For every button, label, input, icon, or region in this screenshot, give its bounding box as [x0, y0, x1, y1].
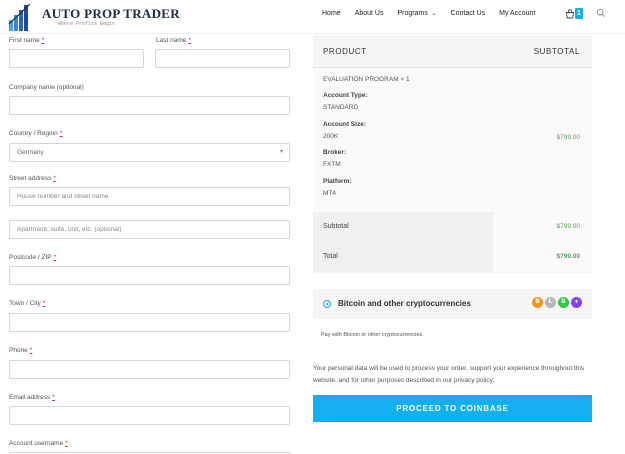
country-label-text: Country / Region [9, 130, 58, 137]
platform-label: Platform: [323, 178, 352, 185]
item-name-text: EVALUATION PROGRAM [323, 76, 399, 83]
subtotal-column-header: SUBTOTAL [533, 47, 580, 56]
main-nav: Home About Us Programs ⌄ Contact Us My A… [322, 10, 549, 17]
subtotal-row: Subtotal $799.00 [313, 212, 592, 242]
first-name-label: First name * [9, 37, 44, 44]
nav-home[interactable]: Home [322, 10, 341, 17]
required-mark: * [42, 300, 46, 307]
bitcoin-cash-icon: B [558, 297, 569, 308]
street-label: Street address * [9, 175, 56, 182]
subtotal-label: Subtotal [323, 223, 349, 230]
crypto-icons: B Ł B ♦ [530, 297, 582, 308]
phone-field[interactable] [9, 360, 290, 379]
required-mark: * [41, 37, 45, 44]
city-label-text: Town / City [9, 300, 41, 307]
username-label-text: Account username [9, 440, 64, 447]
order-summary-table: PRODUCT SUBTOTAL EVALUATION PROGRAM × 1 … [313, 35, 592, 273]
logo-tagline: Where Profits Begin [58, 21, 116, 27]
required-mark: * [188, 37, 191, 44]
phone-label: Phone * [9, 347, 32, 354]
required-mark: * [53, 254, 57, 261]
username-label: Account username * [9, 440, 68, 447]
search-icon[interactable] [596, 8, 606, 18]
last-name-label-text: Last name [156, 37, 187, 44]
nav-account[interactable]: My Account [499, 10, 535, 17]
nav-about[interactable]: About Us [355, 10, 384, 17]
total-label-cell: Total [313, 242, 493, 272]
site-logo[interactable]: AUTO PROP TRADER Where Profits Begin [8, 2, 180, 32]
item-quantity: × 1 [400, 76, 410, 83]
required-mark: * [53, 175, 56, 182]
product-column-header: PRODUCT [323, 47, 367, 56]
postcode-field[interactable] [9, 266, 290, 285]
account-type-label: Account Type: [323, 92, 368, 99]
site-header: AUTO PROP TRADER Where Profits Begin Hom… [0, 0, 625, 34]
broker-value: FXTM [323, 161, 341, 168]
nav-programs[interactable]: Programs ⌄ [397, 10, 436, 17]
country-label: Country / Region * [9, 130, 62, 137]
account-size-value: 200K [323, 133, 339, 140]
broker-label: Broker: [323, 149, 347, 156]
company-field[interactable] [9, 96, 290, 115]
first-name-field[interactable] [9, 49, 144, 68]
required-mark: * [52, 394, 55, 401]
cart-icon[interactable] [565, 9, 575, 19]
order-item-name: EVALUATION PROGRAM × 1 [323, 76, 410, 83]
last-name-label: Last name * [156, 37, 191, 44]
nav-programs-label: Programs [397, 10, 428, 17]
payment-method-option[interactable]: Bitcoin and other cryptocurrencies B Ł B ♦ [313, 289, 592, 319]
bitcoin-icon: B [532, 297, 543, 308]
payment-method-title: Bitcoin and other cryptocurrencies [338, 299, 471, 308]
ethereum-icon: ♦ [571, 297, 582, 308]
country-value: Germany [17, 149, 44, 156]
logo-bars-icon [8, 3, 31, 31]
company-label: Company name (optional) [9, 84, 84, 91]
account-type-value: STANDARD [323, 104, 359, 111]
total-row: Total $799.00 [313, 242, 592, 272]
select-arrow-icon: ▾ [279, 149, 283, 155]
subtotal-value: $799.00 [556, 223, 581, 230]
email-field[interactable] [9, 406, 290, 425]
street-address-field[interactable]: House number and street name [9, 187, 290, 206]
required-mark: * [29, 347, 33, 354]
total-label: Total [323, 253, 338, 260]
required-mark: * [59, 130, 63, 137]
postcode-label-text: Postcode / ZIP [9, 254, 52, 261]
total-value-cell: $799.00 [493, 242, 592, 272]
postcode-label: Postcode / ZIP * [9, 254, 56, 261]
last-name-field[interactable] [155, 49, 290, 68]
street-address-2-field[interactable]: Apartment, suite, unit, etc. (optional) [9, 220, 290, 239]
country-select[interactable]: Germany ▾ [9, 143, 290, 162]
cart-count-badge[interactable]: 1 [575, 8, 583, 19]
order-item-price: $799.00 [556, 134, 581, 141]
phone-label-text: Phone [9, 347, 28, 354]
subtotal-value-cell: $799.00 [493, 212, 592, 242]
platform-value: MT4 [323, 190, 336, 197]
nav-contact[interactable]: Contact Us [451, 10, 486, 17]
required-mark: * [65, 440, 68, 447]
email-label-text: Email address [9, 394, 51, 401]
first-name-label-text: First name [9, 37, 40, 44]
total-value: $799.00 [556, 253, 581, 260]
payment-radio[interactable] [323, 300, 331, 308]
city-label: Town / City * [9, 300, 45, 307]
email-label: Email address * [9, 394, 55, 401]
privacy-notice: Your personal data will be used to proce… [313, 365, 585, 384]
payment-method-description: Pay with Bitcoin or other cryptocurrenci… [321, 332, 424, 338]
city-field[interactable] [9, 313, 290, 332]
chevron-down-icon: ⌄ [429, 11, 437, 17]
account-size-label: Account Size: [323, 121, 366, 128]
subtotal-label-cell: Subtotal [313, 212, 493, 242]
logo-title: AUTO PROP TRADER [42, 6, 180, 21]
street-label-text: Street address [9, 175, 52, 182]
proceed-to-coinbase-button[interactable]: PROCEED TO COINBASE [313, 395, 592, 422]
litecoin-icon: Ł [545, 297, 556, 308]
